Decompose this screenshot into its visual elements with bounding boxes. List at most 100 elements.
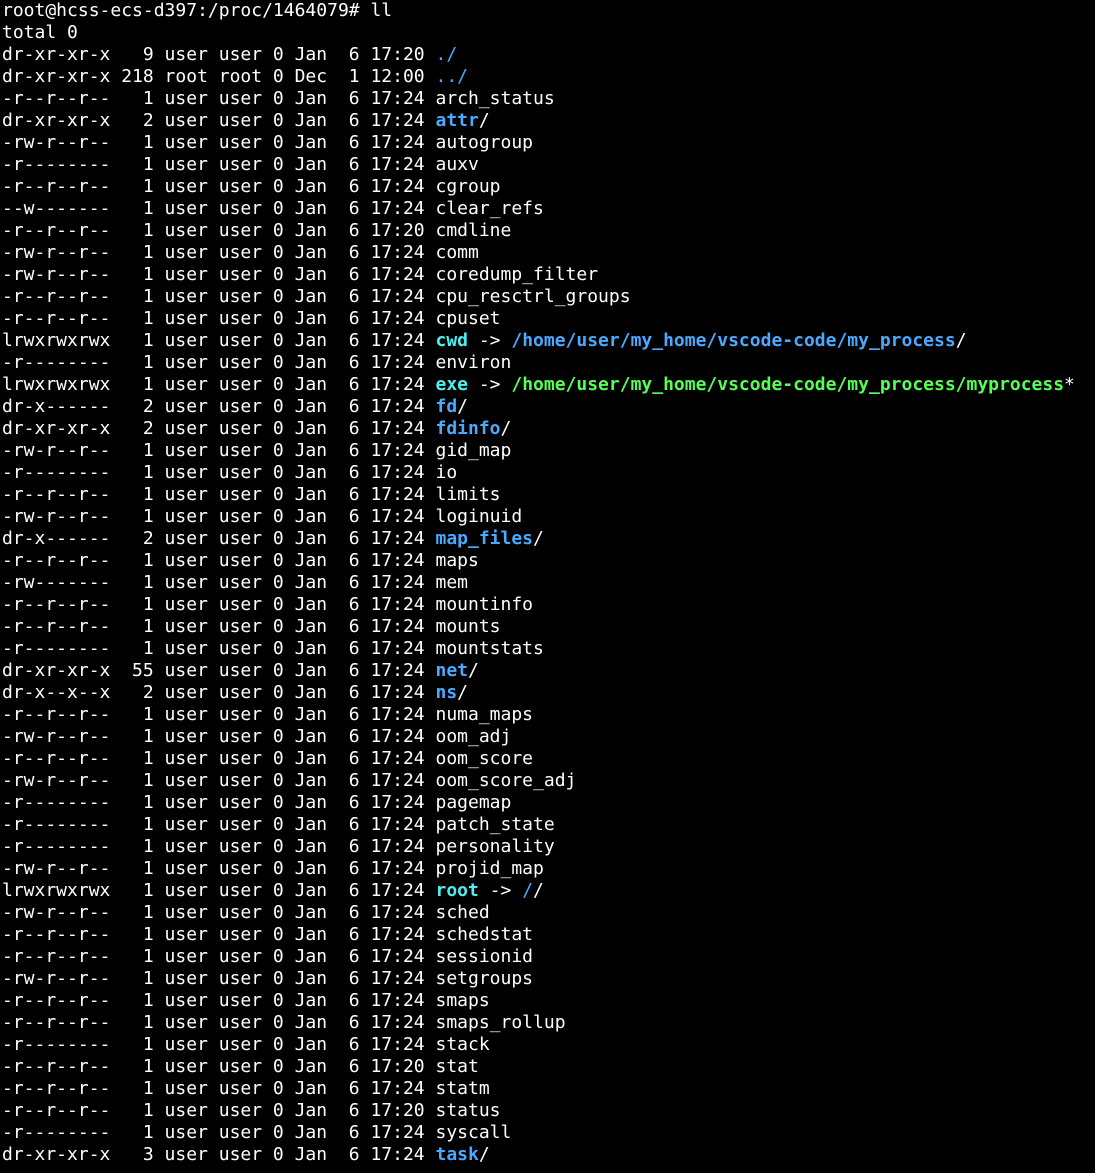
entry-meta: -r-------- 1 user user 0 Jan 6 17:24 bbox=[2, 814, 436, 835]
entry-meta: -r--r--r-- 1 user user 0 Jan 6 17:24 bbox=[2, 1012, 436, 1033]
file-name: syscall bbox=[435, 1122, 512, 1143]
listing-row: -r--r--r-- 1 user user 0 Jan 6 17:24 cpu… bbox=[2, 286, 1095, 308]
entry-meta: -rw-r--r-- 1 user user 0 Jan 6 17:24 bbox=[2, 858, 436, 879]
file-name: mem bbox=[435, 572, 468, 593]
type-suffix: / bbox=[457, 682, 469, 703]
prompt-line: root@hcss-ecs-d397:/proc/1464079# ll bbox=[2, 0, 393, 21]
entry-meta: -r-------- 1 user user 0 Jan 6 17:24 bbox=[2, 154, 436, 175]
listing-row: lrwxrwxrwx 1 user user 0 Jan 6 17:24 cwd… bbox=[2, 330, 1095, 352]
terminal-window[interactable]: root@hcss-ecs-d397:/proc/1464079# ll tot… bbox=[0, 0, 1095, 1173]
directory-name: fd bbox=[435, 396, 458, 417]
type-suffix: / bbox=[468, 660, 479, 681]
entry-meta: dr-x------ 2 user user 0 Jan 6 17:24 bbox=[2, 528, 436, 549]
entry-meta: -r-------- 1 user user 0 Jan 6 17:24 bbox=[2, 792, 436, 813]
file-name: smaps bbox=[435, 990, 490, 1011]
listing-row: -r--r--r-- 1 user user 0 Jan 6 17:24 oom… bbox=[2, 748, 1095, 770]
listing-row: -rw-r--r-- 1 user user 0 Jan 6 17:24 gid… bbox=[2, 440, 1095, 462]
file-name: autogroup bbox=[435, 132, 534, 153]
total-line: total 0 bbox=[2, 22, 78, 43]
entry-meta: -rw-r--r-- 1 user user 0 Jan 6 17:24 bbox=[2, 264, 436, 285]
file-name: environ bbox=[435, 352, 512, 373]
listing-row: -r-------- 1 user user 0 Jan 6 17:24 env… bbox=[2, 352, 1095, 374]
symlink-name: cwd bbox=[435, 330, 468, 351]
file-name: personality bbox=[435, 836, 555, 857]
symlink-name: root bbox=[435, 880, 479, 901]
listing-row: -rw------- 1 user user 0 Jan 6 17:24 mem bbox=[2, 572, 1095, 594]
file-name: cpu_resctrl_groups bbox=[435, 286, 631, 307]
file-name: oom_score_adj bbox=[435, 770, 577, 791]
listing-row: -rw-r--r-- 1 user user 0 Jan 6 17:24 log… bbox=[2, 506, 1095, 528]
directory-name: ns bbox=[435, 682, 458, 703]
listing-row: dr-xr-xr-x 9 user user 0 Jan 6 17:20 ./ bbox=[2, 44, 1095, 66]
file-name: mounts bbox=[435, 616, 501, 637]
entry-meta: -r--r--r-- 1 user user 0 Jan 6 17:24 bbox=[2, 924, 436, 945]
listing-row: -r--r--r-- 1 user user 0 Jan 6 17:24 num… bbox=[2, 704, 1095, 726]
listing-row: -r-------- 1 user user 0 Jan 6 17:24 mou… bbox=[2, 638, 1095, 660]
entry-meta: -rw------- 1 user user 0 Jan 6 17:24 bbox=[2, 572, 436, 593]
listing-row: -r-------- 1 user user 0 Jan 6 17:24 pag… bbox=[2, 792, 1095, 814]
type-suffix: / bbox=[500, 418, 512, 439]
symlink-arrow: -> bbox=[468, 374, 512, 395]
entry-meta: -r-------- 1 user user 0 Jan 6 17:24 bbox=[2, 1122, 436, 1143]
file-name: clear_refs bbox=[435, 198, 544, 219]
listing-row: -r--r--r-- 1 user user 0 Jan 6 17:20 sta… bbox=[2, 1056, 1095, 1078]
entry-meta: -r--r--r-- 1 user user 0 Jan 6 17:24 bbox=[2, 990, 436, 1011]
entry-meta: -r--r--r-- 1 user user 0 Jan 6 17:24 bbox=[2, 286, 436, 307]
listing-row: -r--r--r-- 1 user user 0 Jan 6 17:24 map… bbox=[2, 550, 1095, 572]
file-name: sessionid bbox=[435, 946, 534, 967]
entry-meta: -rw-r--r-- 1 user user 0 Jan 6 17:24 bbox=[2, 770, 436, 791]
entry-meta: -r--r--r-- 1 user user 0 Jan 6 17:20 bbox=[2, 1056, 436, 1077]
directory-name: fdinfo bbox=[435, 418, 501, 439]
listing-row: lrwxrwxrwx 1 user user 0 Jan 6 17:24 roo… bbox=[2, 880, 1095, 902]
listing-row: dr-xr-xr-x 3 user user 0 Jan 6 17:24 tas… bbox=[2, 1144, 1095, 1166]
file-name: limits bbox=[435, 484, 501, 505]
entry-meta: -rw-r--r-- 1 user user 0 Jan 6 17:24 bbox=[2, 902, 436, 923]
listing-row: -r-------- 1 user user 0 Jan 6 17:24 aux… bbox=[2, 154, 1095, 176]
file-name: arch_status bbox=[435, 88, 555, 109]
listing-row: dr-x------ 2 user user 0 Jan 6 17:24 map… bbox=[2, 528, 1095, 550]
listing-row: -r--r--r-- 1 user user 0 Jan 6 17:24 ses… bbox=[2, 946, 1095, 968]
entry-meta: -r-------- 1 user user 0 Jan 6 17:24 bbox=[2, 462, 436, 483]
file-name: numa_maps bbox=[435, 704, 534, 725]
symlink-arrow: -> bbox=[468, 330, 512, 351]
file-name: mountinfo bbox=[435, 594, 534, 615]
symlink-target: /home/user/my_home/vscode-code/my_proces… bbox=[511, 330, 956, 351]
entry-meta: -r-------- 1 user user 0 Jan 6 17:24 bbox=[2, 1034, 436, 1055]
file-name: stack bbox=[435, 1034, 490, 1055]
file-name: auxv bbox=[435, 154, 479, 175]
file-name: stat bbox=[435, 1056, 479, 1077]
entry-meta: lrwxrwxrwx 1 user user 0 Jan 6 17:24 bbox=[2, 374, 436, 395]
entry-meta: dr-xr-xr-x 3 user user 0 Jan 6 17:24 bbox=[2, 1144, 436, 1165]
file-name: cgroup bbox=[435, 176, 501, 197]
symlink-target: /home/user/my_home/vscode-code/my_proces… bbox=[511, 374, 1065, 395]
listing-row: -r--r--r-- 1 user user 0 Jan 6 17:24 sta… bbox=[2, 1078, 1095, 1100]
type-suffix: / bbox=[533, 528, 544, 549]
symlink-arrow: -> bbox=[478, 880, 523, 901]
listing-row: -rw-r--r-- 1 user user 0 Jan 6 17:24 oom… bbox=[2, 726, 1095, 748]
entry-meta: -r-------- 1 user user 0 Jan 6 17:24 bbox=[2, 638, 436, 659]
file-name: cmdline bbox=[435, 220, 512, 241]
listing-row: dr-x--x--x 2 user user 0 Jan 6 17:24 ns/ bbox=[2, 682, 1095, 704]
entry-meta: lrwxrwxrwx 1 user user 0 Jan 6 17:24 bbox=[2, 330, 436, 351]
entry-meta: -r--r--r-- 1 user user 0 Jan 6 17:24 bbox=[2, 594, 436, 615]
file-name: statm bbox=[435, 1078, 490, 1099]
entry-meta: --w------- 1 user user 0 Jan 6 17:24 bbox=[2, 198, 436, 219]
listing-row: dr-x------ 2 user user 0 Jan 6 17:24 fd/ bbox=[2, 396, 1095, 418]
listing-row: -r--r--r-- 1 user user 0 Jan 6 17:20 sta… bbox=[2, 1100, 1095, 1122]
entry-meta: dr-xr-xr-x 2 user user 0 Jan 6 17:24 bbox=[2, 110, 436, 131]
file-name: schedstat bbox=[435, 924, 534, 945]
entry-meta: -r-------- 1 user user 0 Jan 6 17:24 bbox=[2, 836, 436, 857]
entry-meta: dr-x------ 2 user user 0 Jan 6 17:24 bbox=[2, 396, 436, 417]
entry-meta: -r--r--r-- 1 user user 0 Jan 6 17:24 bbox=[2, 748, 436, 769]
entry-meta: -rw-r--r-- 1 user user 0 Jan 6 17:24 bbox=[2, 440, 436, 461]
listing-row: -rw-r--r-- 1 user user 0 Jan 6 17:24 aut… bbox=[2, 132, 1095, 154]
listing-row: dr-xr-xr-x 55 user user 0 Jan 6 17:24 ne… bbox=[2, 660, 1095, 682]
listing-row: -r--r--r-- 1 user user 0 Jan 6 17:24 sma… bbox=[2, 1012, 1095, 1034]
directory-name: ../ bbox=[435, 66, 468, 87]
listing-row: -r--r--r-- 1 user user 0 Jan 6 17:24 cpu… bbox=[2, 308, 1095, 330]
listing-row: dr-xr-xr-x 218 root root 0 Dec 1 12:00 .… bbox=[2, 66, 1095, 88]
listing-row: -r--r--r-- 1 user user 0 Jan 6 17:24 mou… bbox=[2, 594, 1095, 616]
listing-row: -r--r--r-- 1 user user 0 Jan 6 17:24 lim… bbox=[2, 484, 1095, 506]
listing-row: -r-------- 1 user user 0 Jan 6 17:24 pat… bbox=[2, 814, 1095, 836]
entry-meta: lrwxrwxrwx 1 user user 0 Jan 6 17:24 bbox=[2, 880, 436, 901]
